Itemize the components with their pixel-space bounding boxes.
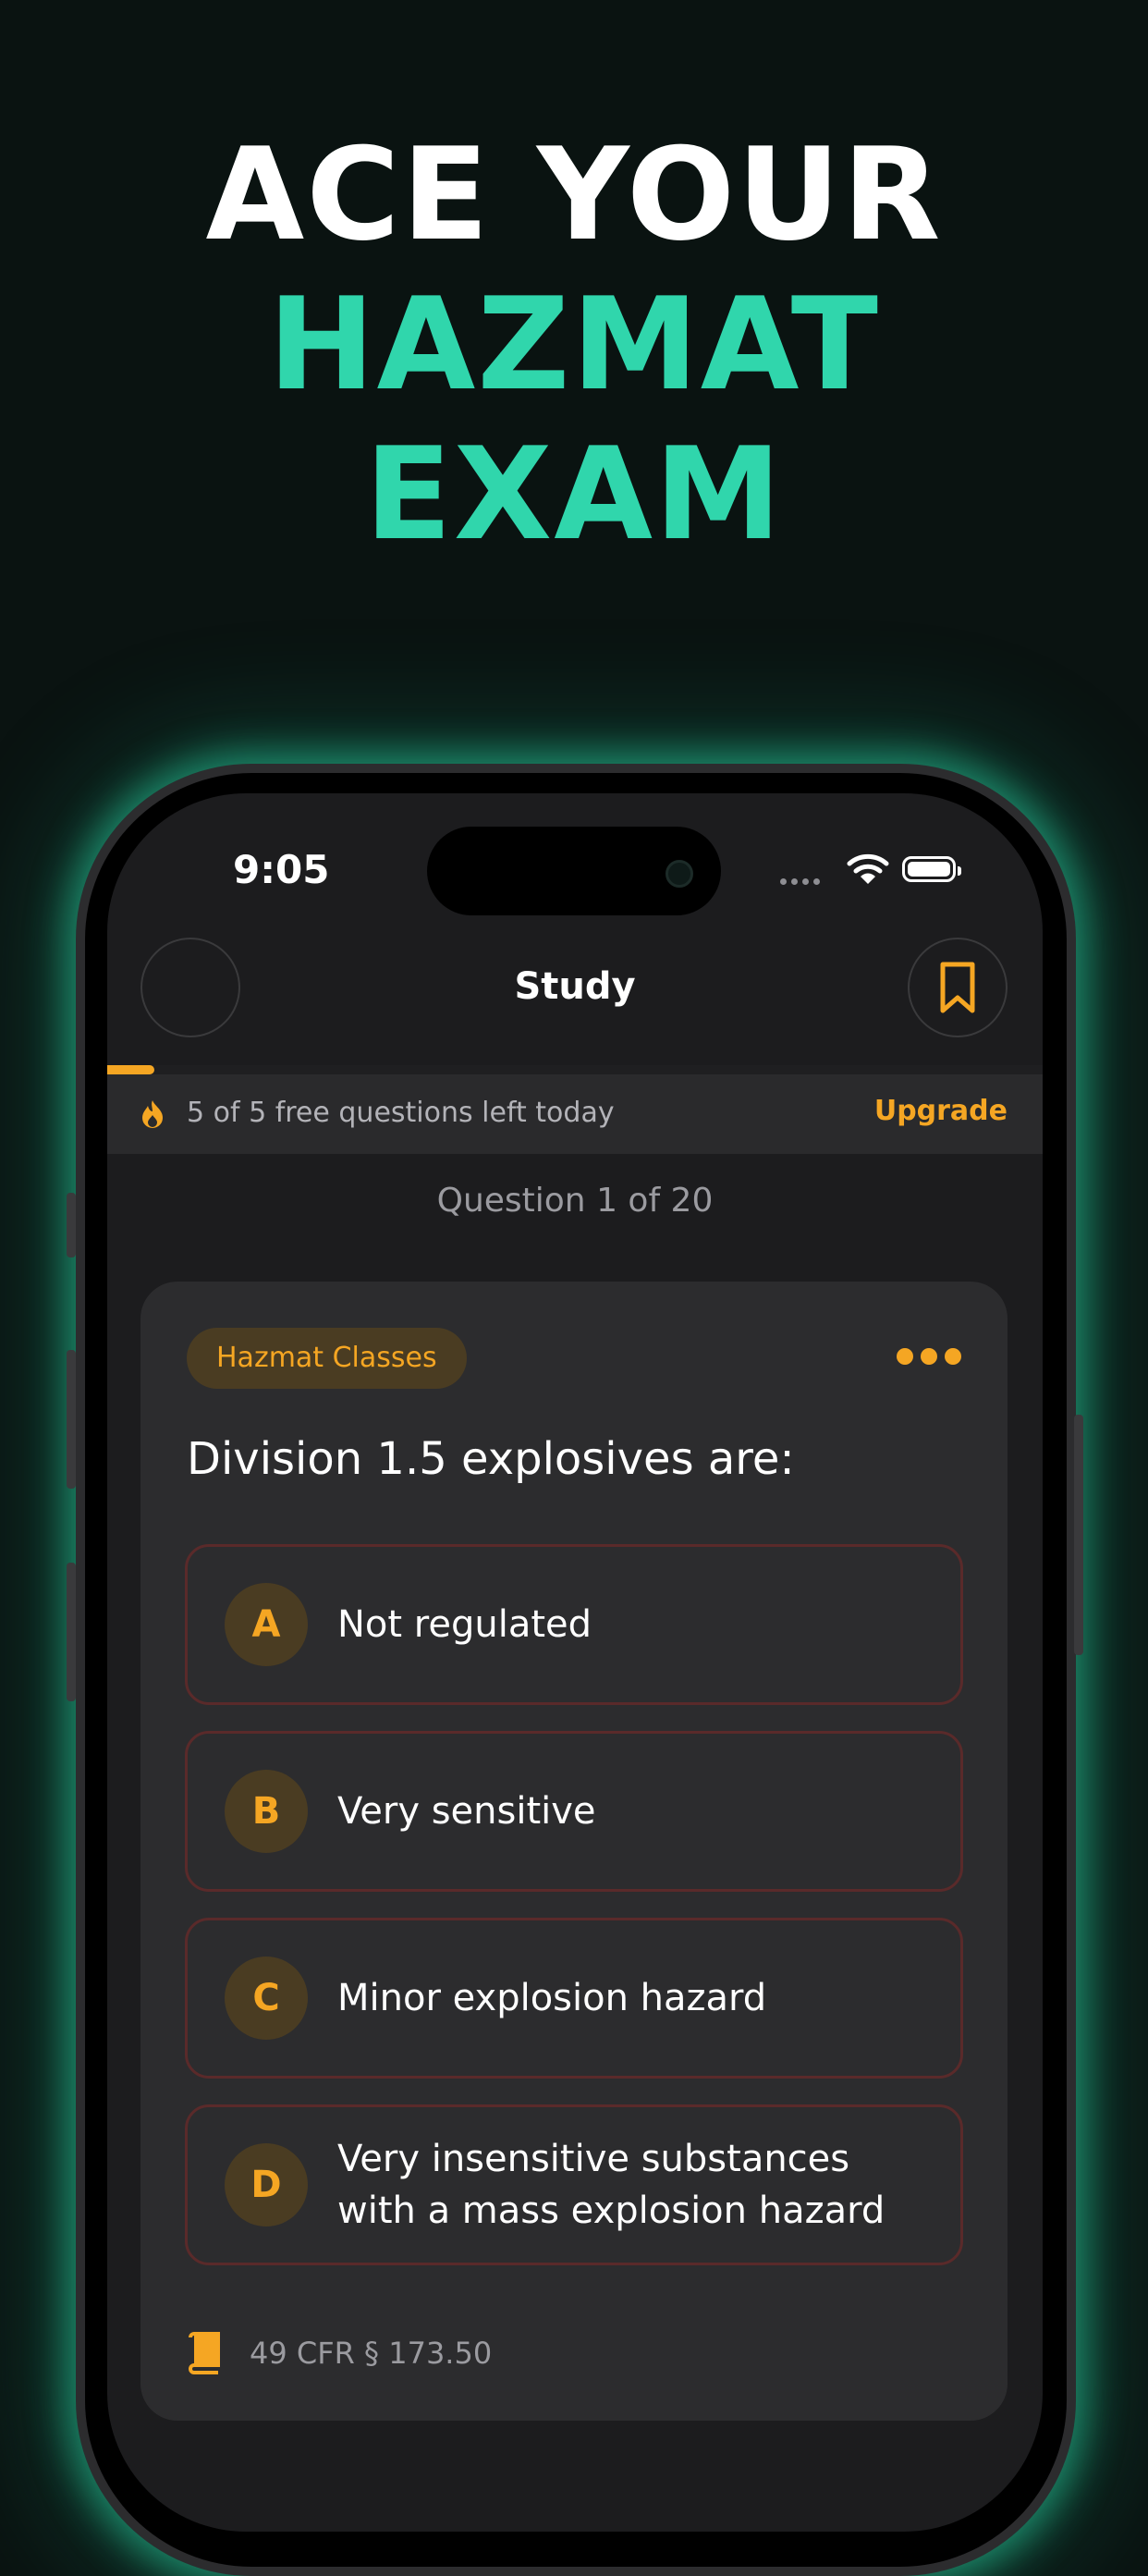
wifi-icon: [847, 853, 889, 884]
answer-option-c[interactable]: C Minor explosion hazard: [185, 1918, 963, 2079]
answer-letter: C: [225, 1957, 308, 2040]
regulation-reference: 49 CFR § 173.50: [250, 2336, 493, 2371]
flame-icon: [142, 1100, 163, 1128]
bookmark-button[interactable]: [908, 938, 1008, 1037]
phone-side-button-power: [1074, 1415, 1083, 1655]
question-counter: Question 1 of 20: [436, 1182, 714, 1220]
banner-text: 5 of 5 free questions left today: [187, 1097, 615, 1129]
progress-fill: [107, 1065, 154, 1074]
phone-side-button-volume-down: [67, 1563, 76, 1701]
headline: ACE YOUR HAZMAT EXAM: [0, 120, 1148, 570]
question-text: Division 1.5 explosives are:: [187, 1433, 795, 1485]
status-time: 9:05: [233, 847, 330, 892]
headline-line-3: EXAM: [364, 420, 784, 569]
page-title: Study: [514, 965, 636, 1008]
free-questions-banner: 5 of 5 free questions left today Upgrade: [107, 1074, 1043, 1154]
category-chip: Hazmat Classes: [187, 1328, 467, 1389]
answer-option-b[interactable]: B Very sensitive: [185, 1731, 963, 1892]
answer-letter: B: [225, 1770, 308, 1853]
book-icon: [189, 2332, 220, 2374]
upgrade-button[interactable]: Upgrade: [874, 1095, 1008, 1127]
answer-letter: A: [225, 1583, 308, 1666]
answer-text: Very sensitive: [337, 1790, 596, 1833]
cellular-signal-icon: [780, 871, 824, 889]
answer-text: Not regulated: [337, 1603, 592, 1646]
answer-option-a[interactable]: A Not regulated: [185, 1544, 963, 1705]
question-card: Hazmat Classes Division 1.5 explosives a…: [140, 1282, 1008, 2421]
answer-text: Minor explosion hazard: [337, 1977, 767, 2019]
battery-icon: [902, 856, 961, 882]
answer-letter: D: [225, 2143, 308, 2226]
dynamic-island: [427, 827, 721, 915]
phone-screen: 9:05 Study 5 of 5 free questions left to…: [107, 793, 1043, 2532]
phone-side-button-mute: [67, 1193, 76, 1257]
progress-bar: [107, 1065, 1043, 1074]
camera-icon: [666, 860, 693, 888]
headline-line-1: ACE YOUR: [205, 120, 943, 269]
more-options-button[interactable]: [889, 1348, 961, 1368]
answer-text: Very insensitive substances with a mass …: [337, 2138, 885, 2232]
bookmark-icon: [940, 962, 975, 1013]
answer-option-d[interactable]: D Very insensitive substances with a mas…: [185, 2104, 963, 2265]
phone-side-button-volume-up: [67, 1350, 76, 1489]
headline-line-2: HAZMAT: [268, 270, 880, 419]
